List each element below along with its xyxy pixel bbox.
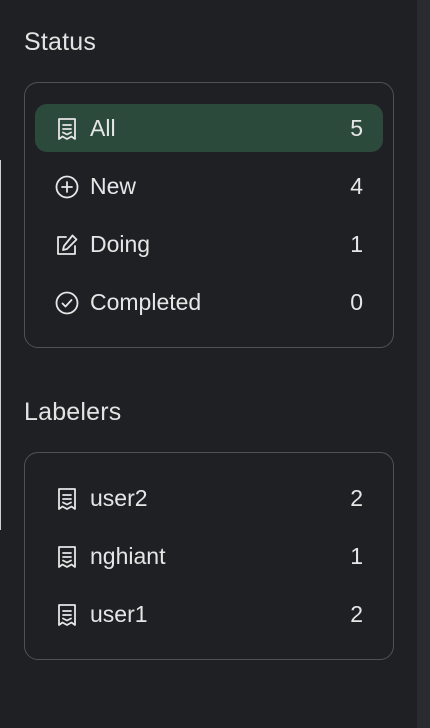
receipt-icon [54, 486, 79, 511]
labeler-item-user1[interactable]: user1 2 [35, 590, 383, 638]
labelers-section-title: Labelers [24, 398, 122, 426]
plus-circle-icon [54, 174, 79, 199]
labeler-item-count: 2 [350, 484, 363, 511]
status-item-count: 0 [350, 288, 363, 315]
status-item-all[interactable]: All 5 [35, 104, 383, 152]
status-section-title: Status [24, 28, 97, 56]
labeler-item-label: user1 [90, 600, 148, 627]
receipt-icon [54, 602, 79, 627]
receipt-icon [54, 544, 79, 569]
labeler-item-label: user2 [90, 484, 148, 511]
status-item-new[interactable]: New 4 [35, 162, 383, 210]
labelers-filter-list: user2 2 nghiant 1 user1 2 [24, 452, 394, 660]
status-item-doing[interactable]: Doing 1 [35, 220, 383, 268]
sidebar-panel: Status All 5 New 4 Doing 1 Completed 0 L… [0, 0, 430, 728]
left-divider [0, 160, 1, 530]
labeler-item-user2[interactable]: user2 2 [35, 474, 383, 522]
status-item-label: Completed [90, 288, 202, 315]
labeler-item-nghiant[interactable]: nghiant 1 [35, 532, 383, 580]
labeler-item-count: 2 [350, 600, 363, 627]
status-item-label: New [90, 172, 137, 199]
status-item-label: All [90, 114, 116, 141]
status-item-label: Doing [90, 230, 151, 257]
labeler-item-count: 1 [350, 542, 363, 569]
status-item-count: 1 [350, 230, 363, 257]
labeler-item-label: nghiant [90, 542, 166, 569]
scrollbar-track[interactable] [417, 0, 430, 728]
check-circle-icon [54, 290, 79, 315]
status-item-count: 4 [350, 172, 363, 199]
receipt-icon [54, 116, 79, 141]
status-item-completed[interactable]: Completed 0 [35, 278, 383, 326]
status-filter-list: All 5 New 4 Doing 1 Completed 0 [24, 82, 394, 348]
status-item-count: 5 [350, 114, 363, 141]
edit-icon [54, 232, 79, 257]
